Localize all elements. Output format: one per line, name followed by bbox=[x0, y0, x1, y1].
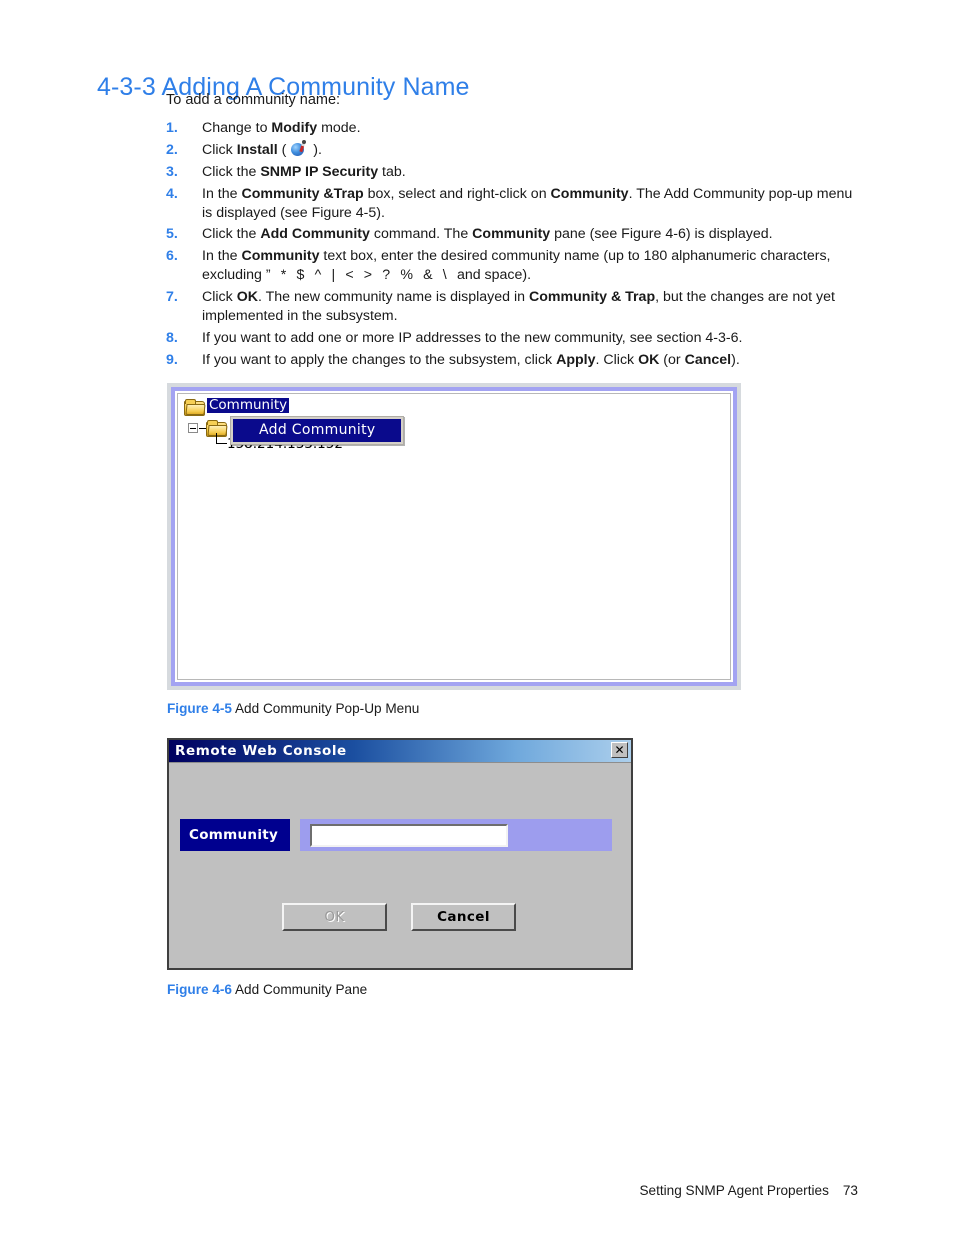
page-number: 73 bbox=[842, 1183, 858, 1198]
figure-caption-text: Add Community Pane bbox=[231, 982, 368, 997]
step-item: 4. In the Community &Trap box, select and… bbox=[166, 185, 856, 223]
step-text: Click the SNMP IP Security tab. bbox=[202, 163, 406, 180]
step-item: 1. Change to Modify mode. bbox=[166, 119, 856, 138]
intro-text: To add a community name: bbox=[166, 92, 341, 108]
dialog-body: Community OK Cancel bbox=[169, 763, 631, 968]
install-icon bbox=[291, 139, 308, 157]
page-footer: Setting SNMP Agent Properties 73 bbox=[639, 1183, 858, 1198]
step-number: 1. bbox=[166, 120, 178, 136]
figure-caption-text: Add Community Pop-Up Menu bbox=[231, 701, 420, 716]
context-menu-add-community[interactable]: Add Community bbox=[230, 416, 405, 445]
dialog-button-row: OK Cancel bbox=[282, 903, 516, 931]
tree-connector-horizontal bbox=[199, 428, 206, 429]
step-text: Click the Add Community command. The Com… bbox=[202, 226, 773, 243]
step-item: 8. If you want to add one or more IP addr… bbox=[166, 329, 856, 348]
step-text: If you want to add one or more IP addres… bbox=[202, 329, 743, 346]
community-input[interactable] bbox=[310, 823, 508, 847]
step-text: Click Install ( ). bbox=[202, 139, 322, 158]
step-text: Change to Modify mode. bbox=[202, 120, 361, 136]
dialog-title: Remote Web Console bbox=[175, 743, 347, 759]
step-number: 5. bbox=[166, 226, 178, 243]
ok-button[interactable]: OK bbox=[282, 903, 387, 931]
community-field-row: Community bbox=[180, 819, 612, 851]
figure-caption-4-6: Figure 4-6 Add Community Pane bbox=[167, 982, 367, 997]
numbered-steps-list: 1. Change to Modify mode. 2. Click Install … bbox=[166, 119, 856, 373]
figure-caption-label: Figure 4-5 bbox=[167, 701, 232, 716]
step-item: 3. Click the SNMP IP Security tab. bbox=[166, 163, 856, 182]
tree-connector-horizontal bbox=[216, 443, 227, 444]
step-number: 3. bbox=[166, 163, 178, 180]
community-field-area bbox=[300, 819, 612, 851]
step-number: 4. bbox=[166, 185, 178, 202]
figure-caption-label: Figure 4-6 bbox=[167, 982, 232, 997]
step-item: 7. Click OK. The new community name is di… bbox=[166, 288, 856, 326]
dialog-titlebar: Remote Web Console ✕ bbox=[169, 740, 631, 763]
step-text: In the Community text box, enter the des… bbox=[202, 248, 831, 284]
step-item: 2. Click Install ( ). bbox=[166, 139, 856, 160]
tree-connector-vertical bbox=[216, 433, 217, 443]
step-text: Click OK. The new community name is disp… bbox=[202, 289, 835, 324]
figure-add-community-popup: Community 158.214.133.152 bbox=[167, 383, 741, 690]
close-icon[interactable]: ✕ bbox=[611, 742, 628, 758]
figure-inner-frame: Community 158.214.133.152 bbox=[171, 387, 737, 686]
step-item: 5. Click the Add Community command. The C… bbox=[166, 225, 856, 244]
menu-item-add-community[interactable]: Add Community bbox=[233, 419, 402, 442]
cancel-button[interactable]: Cancel bbox=[411, 903, 516, 931]
folder-icon bbox=[184, 399, 206, 416]
dialog-remote-web-console: Remote Web Console ✕ Community OK Cancel bbox=[167, 738, 633, 970]
step-number: 7. bbox=[166, 289, 178, 305]
tree-panel: Community 158.214.133.152 bbox=[177, 393, 731, 680]
step-number: 9. bbox=[166, 351, 178, 368]
step-item: 9. If you want to apply the changes to th… bbox=[166, 351, 856, 370]
step-text: In the Community &Trap box, select and r… bbox=[202, 185, 853, 221]
step-number: 8. bbox=[166, 329, 178, 346]
step-item: 6. In the Community text box, enter the d… bbox=[166, 247, 856, 285]
tree-expander-icon[interactable] bbox=[188, 423, 198, 433]
figure-caption-4-5: Figure 4-5 Add Community Pop-Up Menu bbox=[167, 701, 419, 716]
step-text: If you want to apply the changes to the … bbox=[202, 351, 740, 368]
step-number: 6. bbox=[166, 248, 178, 265]
document-page: 4-3-3 Adding A Community Name To add a c… bbox=[0, 0, 954, 1235]
community-field-label: Community bbox=[180, 819, 290, 851]
footer-text: Setting SNMP Agent Properties bbox=[639, 1183, 829, 1198]
step-number: 2. bbox=[166, 141, 178, 158]
tree-node-community-label[interactable]: Community bbox=[207, 398, 290, 413]
